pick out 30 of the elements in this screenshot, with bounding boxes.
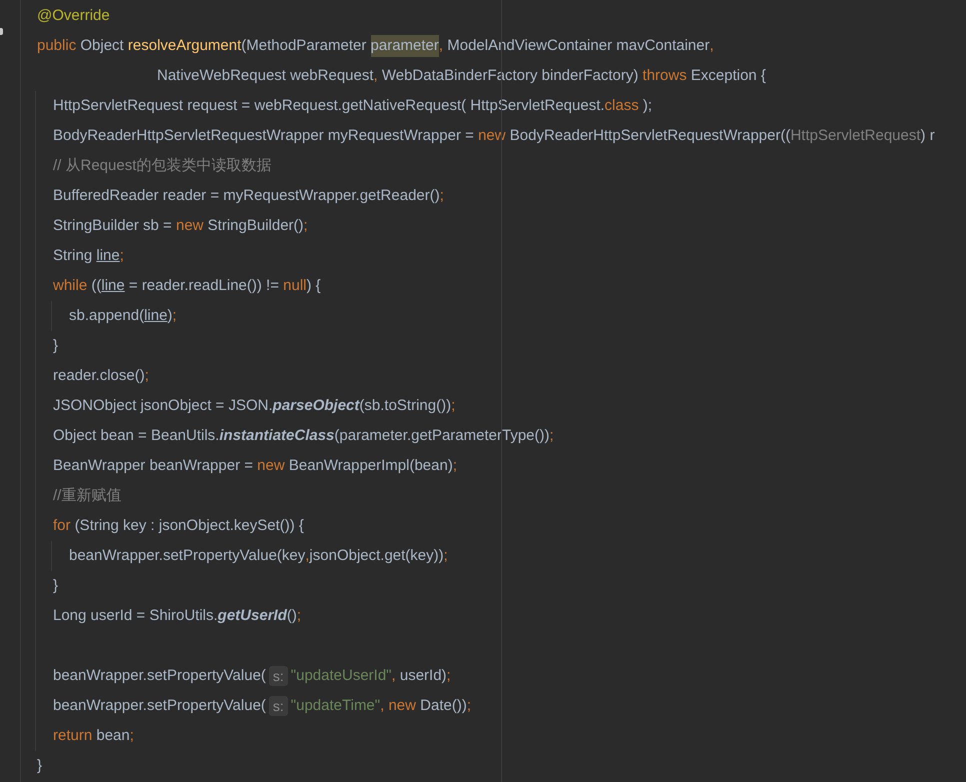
code-line: NativeWebRequest webRequest, WebDataBinderFactory binderFactory) throws Exception { [157,66,766,86]
parameter-hint: s: [268,696,288,716]
code-line: String line; [53,246,124,266]
code-line: sb.append(line); [69,306,177,326]
code-line: } [37,756,42,776]
code-comment: // 从Request的包装类中读取数据 [53,156,272,176]
code-line: while ((line = reader.readLine()) != null) { [53,276,321,296]
code-line: BufferedReader reader = myRequestWrapper.getReader(); [53,186,444,206]
code-line: Long userId = ShiroUtils.getUserId(); [53,606,302,626]
code-line: public Object resolveArgument(MethodParameter parameter, ModelAndViewContainer mavContainer, [37,35,714,57]
code-line: for (String key : jsonObject.keySet()) { [53,516,304,536]
code-line: beanWrapper.setPropertyValue( [53,666,266,686]
code-line: return bean; [53,726,134,746]
gutter-marker-icon [0,28,3,35]
code-line: "updateUserId", userId); [290,666,451,686]
code-comment: //重新赋值 [53,486,122,506]
code-line: reader.close(); [53,366,149,386]
code-line: BeanWrapper beanWrapper = new BeanWrapperImpl(bean); [53,456,457,476]
code-line: "updateTime", new Date()); [290,696,471,716]
code-line: beanWrapper.setPropertyValue(key,jsonObject.get(key)); [69,546,448,566]
code-line: JSONObject jsonObject = JSON.parseObject(sb.toString()); [53,396,456,416]
parameter-hint: s: [268,666,288,686]
code-line: } [53,336,58,356]
code-line: @Override [37,6,110,26]
code-line: } [53,576,58,596]
code-line: beanWrapper.setPropertyValue( [53,696,266,716]
code-line: Object bean = BeanUtils.instantiateClass(parameter.getParameterType()); [53,426,554,446]
code-line: StringBuilder sb = new StringBuilder(); [53,216,308,236]
code-line: HttpServletRequest request = webRequest.getNativeRequest( HttpServletRequest.class ); [53,96,652,116]
code-line: BodyReaderHttpServletRequestWrapper myRequestWrapper = new BodyReaderHttpServletRequestWrapper((HttpServletRequest) r [53,126,935,146]
